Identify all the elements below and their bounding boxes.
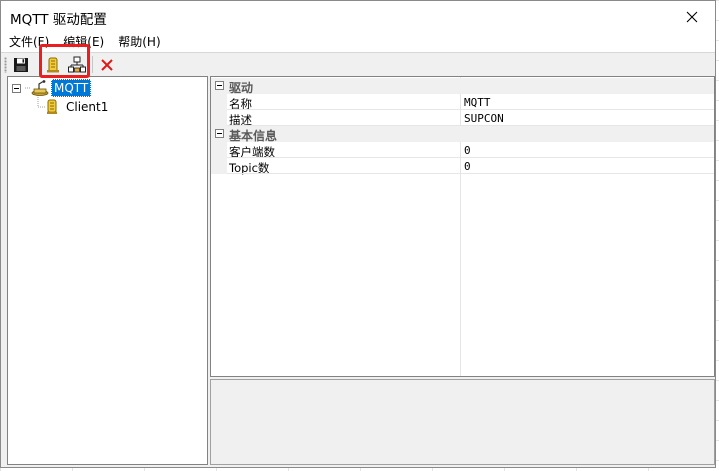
window-title: MQTT 驱动配置 (10, 12, 107, 28)
tree-node-client1[interactable]: Client1 (46, 98, 108, 116)
driver-root-icon (31, 80, 49, 96)
tree-collapse-toggle[interactable] (12, 83, 21, 93)
toolbar (1, 52, 715, 76)
property-row-name[interactable]: 名称 MQTT (211, 94, 714, 111)
property-grid[interactable]: 驱动 名称 MQTT 描述 SUPCON 基本信息 客户端数 0 Topic数 (210, 76, 715, 377)
client-icon (46, 99, 60, 115)
property-category-basic-info[interactable]: 基本信息 (211, 126, 714, 143)
close-button[interactable] (669, 1, 715, 32)
tree-node-label: MQTT (51, 79, 92, 97)
row-gutter (211, 142, 227, 158)
driver-tree-panel[interactable]: MQTT Client1 (7, 76, 208, 465)
mqtt-config-dialog: MQTT 驱动配置 文件(F) 编辑(E) 帮助(H) MQTT Client1… (0, 0, 716, 468)
property-value[interactable]: MQTT (464, 96, 491, 109)
delete-icon (101, 59, 113, 71)
property-value[interactable]: 0 (464, 160, 471, 173)
property-value[interactable]: SUPCON (464, 112, 504, 125)
add-client-button[interactable] (43, 55, 63, 75)
save-button[interactable] (11, 55, 31, 75)
property-row-description[interactable]: 描述 SUPCON (211, 110, 714, 127)
collapse-toggle-icon[interactable] (215, 129, 224, 138)
tree-node-mqtt[interactable]: MQTT (12, 79, 92, 97)
property-row-client-count[interactable]: 客户端数 0 (211, 142, 714, 159)
tree-node-label: Client1 (66, 100, 109, 114)
property-description-panel (210, 379, 715, 465)
add-client-icon (47, 57, 59, 73)
delete-button[interactable] (97, 55, 117, 75)
close-icon (686, 11, 698, 22)
row-gutter (211, 158, 227, 174)
menu-bar: 文件(F) 编辑(E) 帮助(H) (1, 32, 715, 52)
menu-file[interactable]: 文件(F) (1, 32, 56, 52)
add-topic-button[interactable] (67, 55, 87, 75)
property-category-driver[interactable]: 驱动 (211, 78, 714, 95)
toolbar-grip[interactable] (4, 57, 7, 73)
property-row-topic-count[interactable]: Topic数 0 (211, 158, 714, 175)
toolbar-separator (92, 56, 93, 73)
title-bar[interactable]: MQTT 驱动配置 (1, 1, 715, 32)
row-separator (227, 173, 714, 174)
row-gutter (211, 94, 227, 110)
minus-icon (14, 87, 19, 89)
menu-help[interactable]: 帮助(H) (111, 32, 167, 52)
save-icon (14, 58, 28, 72)
property-value[interactable]: 0 (464, 144, 471, 157)
menu-edit[interactable]: 编辑(E) (56, 32, 111, 52)
row-gutter (211, 110, 227, 126)
collapse-toggle-icon[interactable] (215, 81, 224, 90)
add-topic-icon (68, 56, 86, 73)
